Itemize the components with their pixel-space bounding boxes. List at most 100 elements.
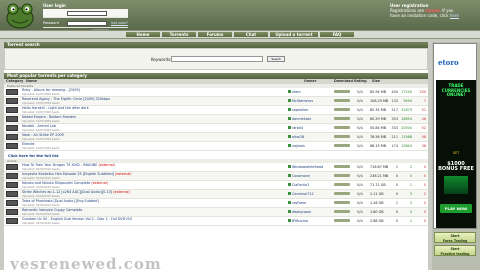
- completed-count: 0: [395, 219, 398, 223]
- forgot-password-link[interactable]: lost pass?: [111, 21, 128, 26]
- nav-faq[interactable]: FAQ: [320, 32, 354, 37]
- owner-link[interactable]: elkal28: [292, 135, 304, 139]
- owner-link[interactable]: Cocomonn: [292, 174, 310, 178]
- external-tag: (external): [115, 172, 132, 176]
- owner-link[interactable]: BYBuvina: [292, 219, 308, 223]
- completed-count: 211: [391, 135, 398, 139]
- table-row[interactable]: Ellende Uploaded: 10/07/2009 Seeds nojewls…: [4, 142, 428, 151]
- table-row[interactable]: How To Train Your Dragon TS XViD - IMAGi…: [4, 163, 428, 172]
- owner-link[interactable]: McStemerus: [292, 99, 313, 103]
- table-row[interactable]: Tales of Phantasia [Dual Audio] [Eng Sub…: [4, 199, 428, 208]
- start-trading-line2: Forex Trading: [442, 238, 468, 243]
- full-list-link[interactable]: Click here for the full list: [4, 151, 428, 159]
- category-icon[interactable]: [6, 191, 18, 197]
- nav-chat[interactable]: Chat: [234, 32, 268, 37]
- col-owner[interactable]: Owner: [304, 79, 316, 84]
- rating-value: N/A: [357, 192, 363, 196]
- download-icon[interactable]: [334, 201, 350, 204]
- table-row[interactable]: Strike Witches ep.1-12 [x264 AAC][Dual A…: [4, 190, 428, 199]
- rating-value: N/A: [357, 144, 363, 148]
- owner-link[interactable]: sopheliex: [292, 108, 308, 112]
- nav-upload[interactable]: Upload a torrent: [270, 32, 318, 37]
- download-icon[interactable]: [334, 144, 350, 147]
- table-row[interactable]: Hello Harakiri - Light and the after dar…: [4, 106, 428, 115]
- username-input[interactable]: [67, 10, 107, 16]
- category-icon[interactable]: [6, 173, 18, 179]
- category-icon[interactable]: [6, 218, 18, 224]
- completed-count: 400: [391, 90, 398, 94]
- rating-value: N/A: [357, 126, 363, 130]
- ad-get: GET: [452, 151, 460, 155]
- start-trading-button[interactable]: Start Forex Trading: [434, 232, 476, 243]
- category-icon[interactable]: [6, 98, 18, 104]
- download-icon[interactable]: [334, 174, 350, 177]
- table-row[interactable]: Naruto and Naruto Shippuden Complete (ex…: [4, 181, 428, 190]
- owner-link[interactable]: rosFame: [292, 201, 306, 205]
- download-icon[interactable]: [334, 126, 350, 129]
- invitation-link[interactable]: here: [450, 13, 459, 18]
- col-name[interactable]: Name: [26, 79, 37, 84]
- download-icon[interactable]: [334, 192, 350, 195]
- password-input[interactable]: [67, 20, 107, 26]
- seeders-count: 1: [409, 183, 412, 187]
- download-icon[interactable]: [334, 135, 350, 138]
- table-row[interactable]: Ruby - Album for drawing - [2009] Uploade…: [4, 88, 428, 97]
- download-icon[interactable]: [334, 183, 350, 186]
- seeders-count: 11988: [401, 135, 412, 139]
- etoro-ad[interactable]: etoro TRADE CURRENCIES ONLINE! GET $1000…: [433, 43, 477, 229]
- seeders-count: 3: [409, 192, 412, 196]
- owner-icon: [288, 210, 291, 213]
- start-practice-button[interactable]: Start Practice trading: [434, 245, 476, 256]
- torrent-meta: Uploaded: 03/04/2010 Seeds: [22, 212, 60, 216]
- download-icon[interactable]: [334, 90, 350, 93]
- torrent-meta: Uploaded: 10/07/2009 Seeds: [22, 146, 60, 150]
- category-icon[interactable]: [6, 116, 18, 122]
- table-row[interactable]: Gundam Uc 00 - English Dub Version Vol 2…: [4, 217, 428, 226]
- owner-link[interactable]: xtem: [292, 90, 301, 94]
- table-row[interactable]: Reverend Agony - The Eighth Circle [2009…: [4, 97, 428, 106]
- download-icon[interactable]: [334, 99, 350, 102]
- table-row[interactable]: Inuyasha Kanketsu Hen Episode 25 [Englis…: [4, 172, 428, 181]
- col-download[interactable]: Download: [334, 79, 353, 84]
- col-rating[interactable]: Rating: [354, 79, 367, 84]
- nav-torrents[interactable]: Torrents: [162, 32, 196, 37]
- category-icon[interactable]: [6, 143, 18, 149]
- owner-link[interactable]: Windowwhitehead: [292, 165, 323, 169]
- download-icon[interactable]: [334, 210, 350, 213]
- col-size[interactable]: Size: [372, 79, 380, 84]
- ad-cta-button[interactable]: PLAY NOW: [440, 204, 472, 213]
- category-icon[interactable]: [6, 134, 18, 140]
- download-icon[interactable]: [334, 219, 350, 222]
- category-icon[interactable]: [6, 125, 18, 131]
- category-icon[interactable]: [6, 89, 18, 95]
- owner-link[interactable]: danmehatz: [292, 117, 311, 121]
- torrent-meta: Uploaded: 10/07/2009 Seeds: [22, 110, 60, 114]
- owner-link[interactable]: dbabyroom: [292, 210, 311, 214]
- table-row[interactable]: Vase - Air Strike EP 2009 Uploaded: 10/07…: [4, 133, 428, 142]
- category-icon[interactable]: [6, 209, 18, 215]
- leechers-count: 2: [423, 192, 426, 196]
- download-icon[interactable]: [334, 117, 350, 120]
- table-row[interactable]: Romantic Vampire Cuppy Complete Uploaded:…: [4, 208, 428, 217]
- watermark: yesrenewed.com: [10, 255, 162, 270]
- category-icon[interactable]: [6, 200, 18, 206]
- table-row[interactable]: Nautek - Armed Lab Uploaded: 10/07/2009 S…: [4, 124, 428, 133]
- search-button[interactable]: Search: [267, 56, 285, 62]
- owner-link[interactable]: nojewls: [292, 144, 305, 148]
- start-practice-line2: Practice trading: [440, 251, 470, 256]
- nav-home[interactable]: Home: [126, 32, 160, 37]
- table-row[interactable]: Naked Empire - Bottom Feeders Uploaded: 1…: [4, 115, 428, 124]
- owner-link[interactable]: Carminal712: [292, 192, 314, 196]
- download-icon[interactable]: [334, 165, 350, 168]
- category-icon[interactable]: [6, 164, 18, 170]
- nav-forums[interactable]: Forums: [198, 32, 232, 37]
- owner-link[interactable]: CiaFortin2: [292, 183, 309, 187]
- col-category[interactable]: Category: [6, 79, 23, 84]
- search-input[interactable]: [171, 56, 263, 62]
- category-icon[interactable]: [6, 107, 18, 113]
- header: User login Username Password lost pass? …: [0, 0, 480, 34]
- completed-count: 333: [391, 126, 398, 130]
- download-icon[interactable]: [334, 108, 350, 111]
- owner-link[interactable]: xtra04: [292, 126, 303, 130]
- category-icon[interactable]: [6, 182, 18, 188]
